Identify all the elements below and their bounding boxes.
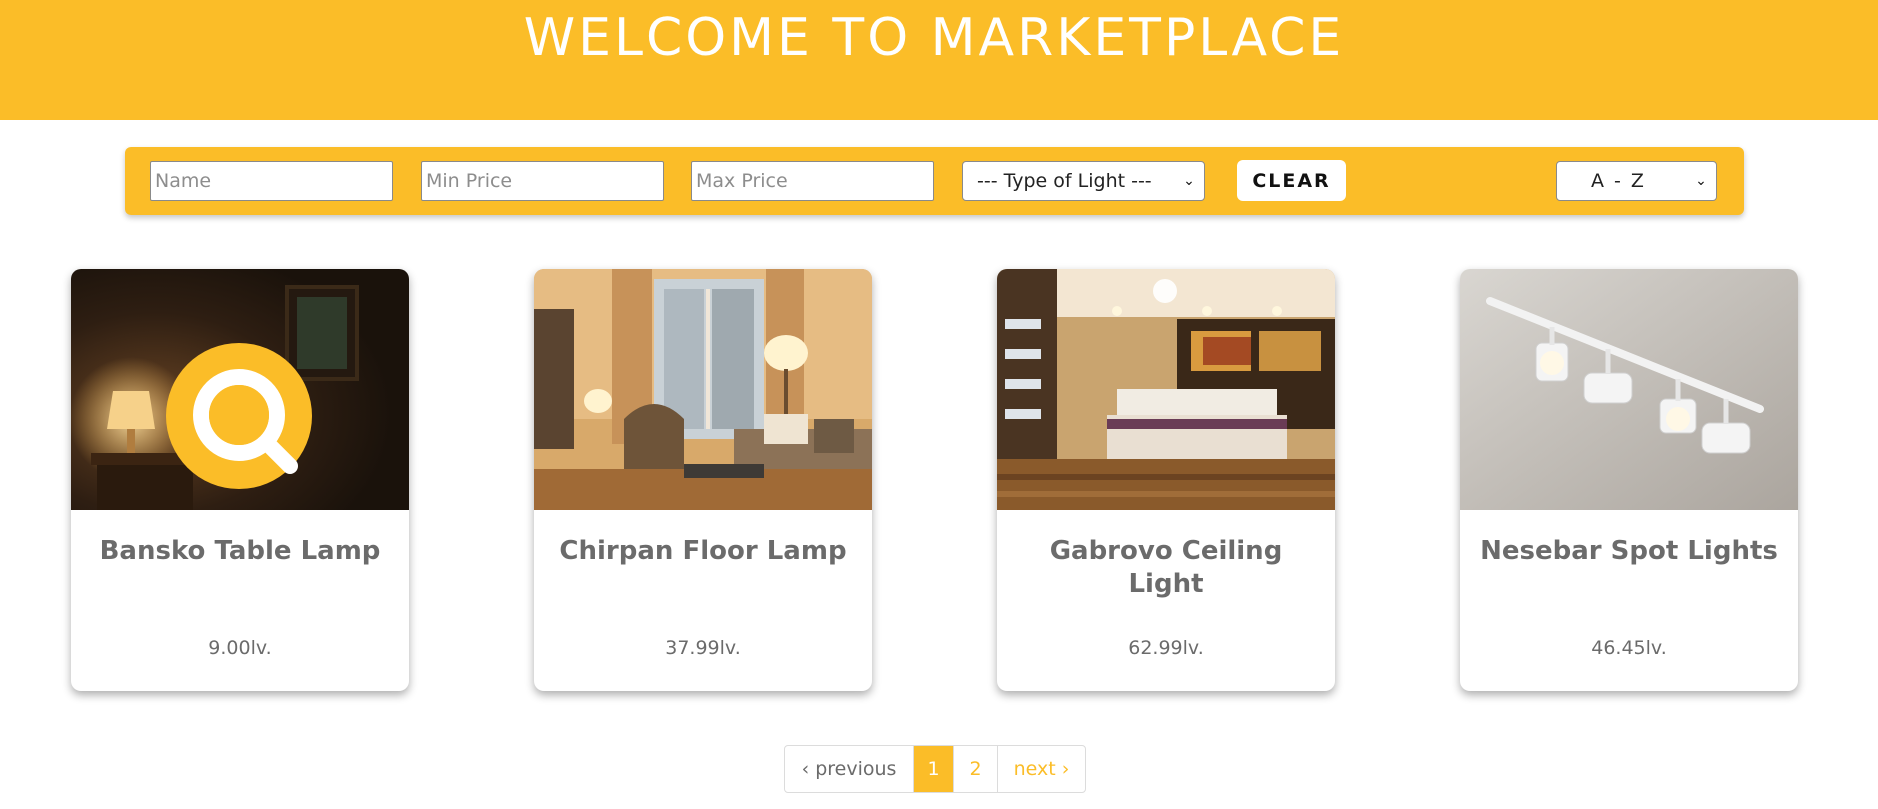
product-title: Bansko Table Lamp <box>99 536 381 566</box>
product-image <box>997 269 1335 510</box>
filter-bar: --- Type of Light --- ⌄ CLEAR A - Z ⌄ <box>125 147 1744 215</box>
product-card[interactable]: Chirpan Floor Lamp 37.99lv. <box>534 269 872 691</box>
light-type-value: --- Type of Light --- <box>977 170 1152 192</box>
sort-value: A - Z <box>1591 170 1646 192</box>
pagination: ‹ previous 1 2 next › <box>784 745 1086 793</box>
min-price-input[interactable] <box>421 161 664 201</box>
product-title: Chirpan Floor Lamp <box>559 536 847 566</box>
page-link-1[interactable]: 1 <box>913 746 953 792</box>
clear-button[interactable]: CLEAR <box>1237 160 1346 201</box>
product-title: Nesebar Spot Lights <box>1480 536 1778 566</box>
page-title: WELCOME TO MARKETPLACE <box>523 8 1345 68</box>
next-page-link[interactable]: next › <box>997 746 1085 792</box>
product-price: 62.99lv. <box>1128 637 1204 659</box>
name-input[interactable] <box>150 161 393 201</box>
product-title: Gabrovo Ceiling Light <box>1049 536 1283 599</box>
product-image <box>534 269 872 510</box>
header-banner: WELCOME TO MARKETPLACE <box>0 0 1878 120</box>
search-icon <box>166 343 312 489</box>
product-card[interactable]: Gabrovo Ceiling Light 62.99lv. <box>997 269 1335 691</box>
chevron-down-icon: ⌄ <box>1183 173 1195 189</box>
product-image <box>1460 269 1798 510</box>
product-card[interactable]: Nesebar Spot Lights 46.45lv. <box>1460 269 1798 691</box>
product-price: 9.00lv. <box>208 637 272 659</box>
product-price: 37.99lv. <box>665 637 741 659</box>
chevron-down-icon: ⌄ <box>1695 173 1707 189</box>
previous-page-link[interactable]: ‹ previous <box>785 746 913 792</box>
product-card[interactable]: Bansko Table Lamp 9.00lv. <box>71 269 409 691</box>
sort-select[interactable]: A - Z ⌄ <box>1556 161 1717 201</box>
product-price: 46.45lv. <box>1591 637 1667 659</box>
product-image <box>71 269 409 510</box>
max-price-input[interactable] <box>691 161 934 201</box>
light-type-select[interactable]: --- Type of Light --- ⌄ <box>962 161 1205 201</box>
page-link-2[interactable]: 2 <box>953 746 997 792</box>
